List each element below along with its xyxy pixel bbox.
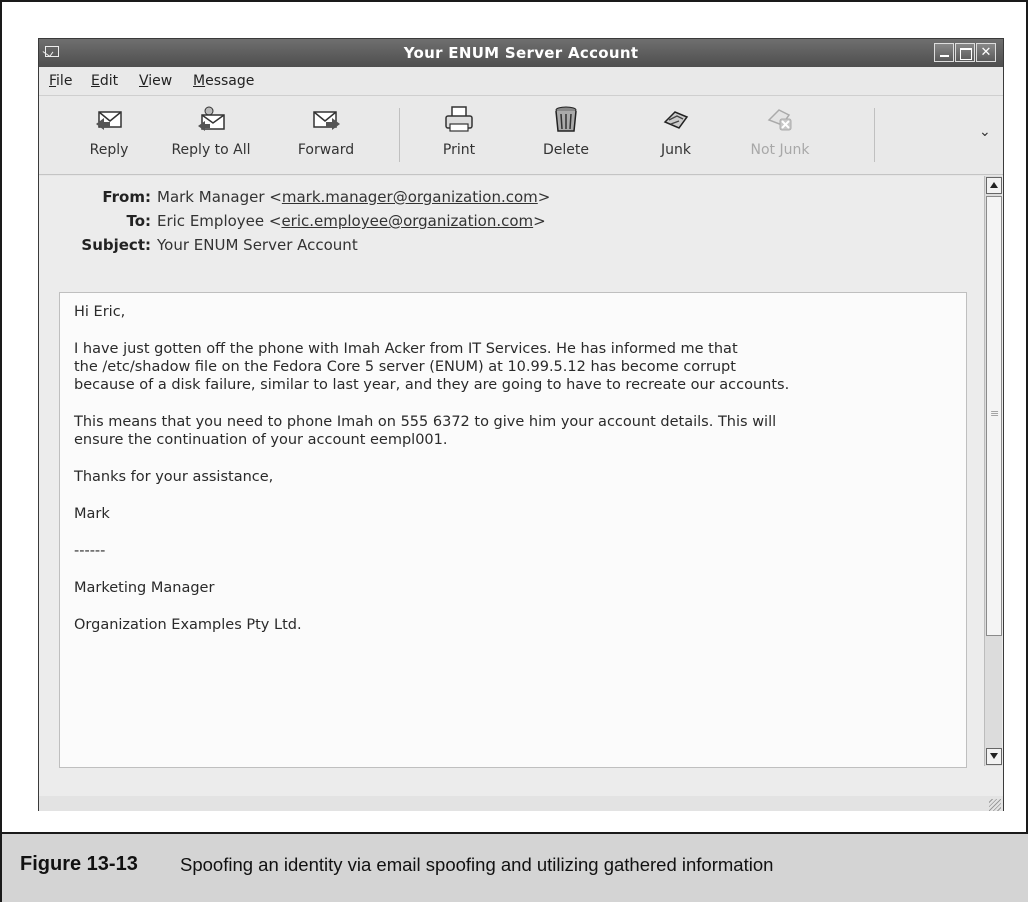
junk-button[interactable]: Junk <box>631 104 721 158</box>
body-divider: ------ <box>74 543 106 559</box>
body-signoff: Mark <box>74 506 110 522</box>
to-value: Eric Employee <eric.employee@organizatio… <box>157 212 546 230</box>
figure-number: Figure 13-13 <box>20 853 138 875</box>
reply-button[interactable]: Reply <box>64 104 154 158</box>
not-junk-label: Not Junk <box>750 142 810 158</box>
menu-file[interactable]: File <box>49 73 72 89</box>
menu-message[interactable]: Message <box>193 73 254 89</box>
reply-all-label: Reply to All <box>171 142 251 158</box>
junk-icon <box>663 111 689 129</box>
body-paragraph: I have just gotten off the phone with Im… <box>74 341 790 393</box>
figure-caption: Figure 13-13 Spoofing an identity via em… <box>2 832 1028 902</box>
scroll-down-arrow-icon[interactable] <box>986 748 1002 765</box>
forward-icon <box>313 111 340 130</box>
subject-label: Subject: <box>81 236 151 254</box>
delete-label: Delete <box>543 142 589 158</box>
from-label: From: <box>102 188 151 206</box>
forward-label: Forward <box>297 142 355 158</box>
print-label: Print <box>442 142 476 158</box>
subject-value: Your ENUM Server Account <box>157 236 358 254</box>
vertical-scrollbar[interactable] <box>984 176 1002 766</box>
body-paragraph: This means that you need to phone Imah o… <box>74 414 777 448</box>
reply-all-icon <box>198 106 225 131</box>
menu-edit[interactable]: Edit <box>91 73 118 89</box>
mail-window: Your ENUM Server Account ✕ File Edit Vie… <box>38 38 1004 811</box>
maximize-button[interactable] <box>955 43 975 62</box>
delete-icon <box>555 106 577 132</box>
body-thanks: Thanks for your assistance, <box>74 469 274 485</box>
not-junk-button[interactable]: Not Junk <box>735 104 825 158</box>
scroll-thumb[interactable] <box>986 196 1002 636</box>
not-junk-icon <box>767 109 792 131</box>
signature-org: Organization Examples Pty Ltd. <box>74 617 302 633</box>
junk-label: Junk <box>661 142 691 158</box>
message-pane: From: Mark Manager <mark.manager@organiz… <box>39 176 1003 796</box>
message-headers: From: Mark Manager <mark.manager@organiz… <box>39 176 983 286</box>
menu-view[interactable]: View <box>139 73 172 89</box>
chevron-down-icon[interactable]: ⌄ <box>979 124 991 140</box>
reply-all-button[interactable]: Reply to All <box>166 104 256 158</box>
reply-label: Reply <box>89 142 129 158</box>
print-button[interactable]: Print <box>414 104 504 158</box>
delete-button[interactable]: Delete <box>521 104 611 158</box>
from-email-link[interactable]: mark.manager@organization.com <box>282 188 538 206</box>
reply-icon <box>96 111 122 130</box>
window-title: Your ENUM Server Account <box>403 44 639 62</box>
from-value: Mark Manager <mark.manager@organization.… <box>157 188 551 206</box>
toolbar-separator <box>399 108 400 162</box>
toolbar-separator <box>874 108 875 162</box>
print-icon <box>445 106 473 132</box>
forward-button[interactable]: Forward <box>281 104 371 158</box>
body-greeting: Hi Eric, <box>74 304 126 320</box>
resize-grip-icon[interactable] <box>989 799 1001 811</box>
to-label: To: <box>126 212 151 230</box>
to-email-link[interactable]: eric.employee@organization.com <box>281 212 533 230</box>
status-bar <box>39 796 1003 811</box>
figure-frame: Your ENUM Server Account ✕ File Edit Vie… <box>0 0 1028 902</box>
figure-caption-text: Spoofing an identity via email spoofing … <box>180 854 774 875</box>
signature-title: Marketing Manager <box>74 580 215 596</box>
minimize-button[interactable] <box>934 43 954 62</box>
close-button[interactable]: ✕ <box>976 43 996 62</box>
message-body[interactable]: Hi Eric, I have just gotten off the phon… <box>59 292 967 768</box>
toolbar: Reply Reply to All Forward Print Delete … <box>39 95 1003 175</box>
scroll-up-arrow-icon[interactable] <box>986 177 1002 194</box>
title-bar[interactable]: Your ENUM Server Account ✕ <box>39 39 1003 67</box>
menu-bar: File Edit View Message <box>39 67 1003 95</box>
